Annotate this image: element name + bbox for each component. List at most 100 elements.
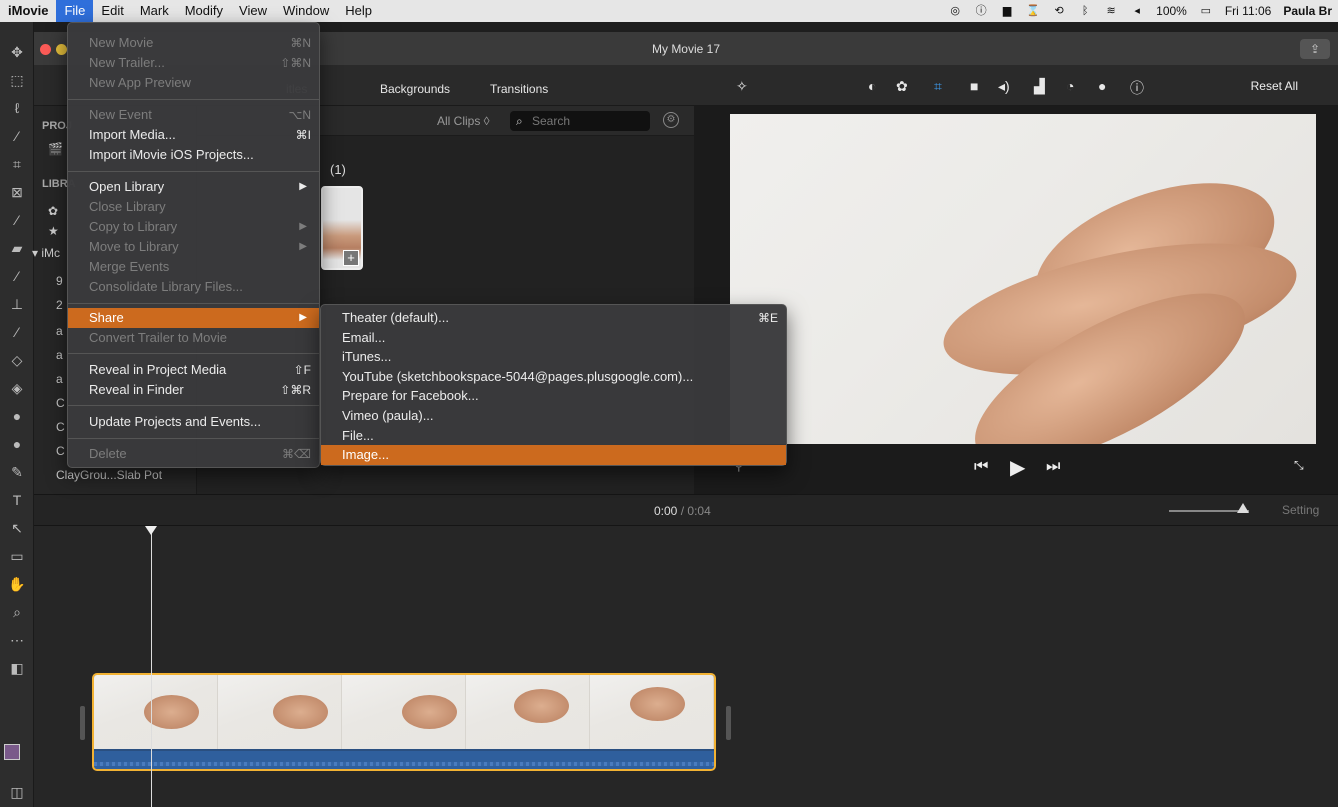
share-vimeo[interactable]: Vimeo (paula)... [321,406,786,426]
crop-tool-icon[interactable]: ⌗ [6,154,28,174]
type-tool-icon[interactable]: T [6,490,28,510]
eyedropper-icon[interactable]: ⁄ [6,210,28,230]
event-item[interactable]: a [56,348,63,362]
clock[interactable]: Fri 11:06 [1225,4,1271,18]
volume-adjust-icon[interactable]: ◂) [998,78,1010,95]
timeline-clip[interactable] [92,673,716,771]
fullscreen-icon[interactable]: ⤡ [1294,458,1304,473]
clip-left-handle[interactable] [80,706,85,740]
event-item[interactable]: C [56,396,65,410]
foreground-color-swatch[interactable] [4,744,20,760]
menu-item-import-media[interactable]: Import Media... ⌘I [68,125,319,145]
skip-back-button[interactable]: ⏮ [974,458,988,476]
menu-item-share[interactable]: Share ▶ [68,308,319,328]
all-clips-icon[interactable]: ✿ [48,204,58,218]
audio-waveform[interactable] [94,749,714,769]
app-menu[interactable]: iMovie [0,0,56,22]
creative-cloud-icon[interactable]: ◎ [948,4,962,18]
timeline-settings-button[interactable]: Setting [1282,503,1319,517]
event-item[interactable]: a [56,372,63,386]
bluetooth-icon[interactable]: ᛒ [1078,4,1092,18]
edit-menu-title[interactable]: Edit [93,0,131,22]
event-item[interactable]: C [56,420,65,434]
zoom-tool-icon[interactable]: ⌕ [6,602,28,622]
user-name[interactable]: Paula Br [1283,4,1332,18]
timeline[interactable] [34,526,1338,807]
clip-filter-icon[interactable]: ● [1098,78,1106,94]
play-button[interactable]: ▶ [1010,455,1025,480]
dodge-icon[interactable]: ● [6,434,28,454]
crop-icon[interactable]: ⌗ [934,78,942,95]
share-toolbar-button[interactable]: ⇪ [1300,39,1330,59]
search-input[interactable]: ⌕ Search [510,111,650,131]
menu-item-reveal-project-media[interactable]: Reveal in Project Media ⇧F [68,360,319,380]
menu-item-update-projects[interactable]: Update Projects and Events... [68,412,319,432]
window-menu-title[interactable]: Window [275,0,337,22]
time-machine-icon[interactable]: ⟲ [1052,4,1066,18]
event-item[interactable]: 2 [56,298,63,312]
view-menu-title[interactable]: View [231,0,275,22]
speed-icon[interactable]: ◔ [1066,78,1074,94]
modify-menu-title[interactable]: Modify [177,0,231,22]
password-icon[interactable]: ⓘ [974,4,988,18]
blur-icon[interactable]: ● [6,406,28,426]
projects-item-icon[interactable]: 🎬 [48,142,63,156]
share-itunes[interactable]: iTunes... [321,347,786,367]
favorites-icon[interactable]: ★ [48,224,59,238]
move-tool-icon[interactable]: ✥ [6,42,28,62]
ruler-icon[interactable]: ▰ [6,238,28,258]
enhance-wand-icon[interactable]: ✧ [736,78,748,95]
zoom-slider-knob[interactable] [1237,503,1249,513]
battery-percent[interactable]: 100% [1156,4,1187,18]
color-correction-icon[interactable]: ✿ [896,78,908,95]
event-item-claygrou[interactable]: ClayGrou...Slab Pot [56,468,162,482]
hand-tool-icon[interactable]: ✋ [6,574,28,594]
share-youtube[interactable]: YouTube (sketchbookspace-5044@pages.plus… [321,367,786,387]
share-image[interactable]: Image... [321,445,786,465]
help-menu-title[interactable]: Help [337,0,380,22]
lasso-tool-icon[interactable]: ℓ [6,98,28,118]
path-select-icon[interactable]: ↖ [6,518,28,538]
skip-forward-button[interactable]: ⏭ [1046,458,1060,476]
history-brush-icon[interactable]: ⁄ [6,322,28,342]
add-clip-icon[interactable]: + [343,250,359,266]
share-file[interactable]: File... [321,426,786,446]
volume-icon[interactable]: ◂ [1130,4,1144,18]
clip-right-handle[interactable] [726,706,731,740]
event-item[interactable]: a [56,324,63,338]
menu-item-import-ios-projects[interactable]: Import iMovie iOS Projects... [68,145,319,165]
menu-item-open-library[interactable]: Open Library ▶ [68,177,319,197]
noise-reduction-icon[interactable]: ▟ [1034,78,1045,95]
frame-tool-icon[interactable]: ⊠ [6,182,28,202]
menu-item-reveal-in-finder[interactable]: Reveal in Finder ⇧⌘R [68,380,319,400]
share-theater[interactable]: Theater (default)... ⌘E [321,308,786,328]
mark-menu-title[interactable]: Mark [132,0,177,22]
display-icon[interactable]: ▆ [1000,4,1014,18]
file-menu-title[interactable]: File [56,0,94,22]
playhead-line[interactable] [151,526,152,807]
eraser-icon[interactable]: ◇ [6,350,28,370]
clips-filter-select[interactable]: All Clips ◊ [437,114,490,128]
stabilization-icon[interactable]: ■ [970,78,978,94]
reset-all-button[interactable]: Reset All [1251,79,1298,93]
event-item[interactable]: 9 [56,274,63,288]
browser-settings-icon[interactable]: ⚙ [663,112,679,128]
quick-mask-icon[interactable]: ◫ [6,782,28,802]
wand-tool-icon[interactable]: ⁄ [6,126,28,146]
brush-icon[interactable]: ⁄ [6,266,28,286]
pen-tool-icon[interactable]: ✎ [6,462,28,482]
default-colors-icon[interactable]: ◧ [6,658,28,678]
more-tools-icon[interactable]: ⋯ [6,630,28,650]
share-facebook[interactable]: Prepare for Facebook... [321,386,786,406]
playhead-marker[interactable] [145,526,157,535]
color-balance-icon[interactable]: ◐ [868,78,876,94]
rectangle-tool-icon[interactable]: ▭ [6,546,28,566]
clip-thumbnail[interactable]: + [321,186,363,270]
clip-info-icon[interactable]: ⓘ [1130,78,1144,98]
marquee-tool-icon[interactable]: ⬚ [6,70,28,90]
library-disclosure[interactable]: ▾ iMc [32,246,60,260]
video-preview[interactable] [730,114,1316,444]
paint-bucket-icon[interactable]: ◈ [6,378,28,398]
share-email[interactable]: Email... [321,328,786,348]
stamp-icon[interactable]: ⊥ [6,294,28,314]
